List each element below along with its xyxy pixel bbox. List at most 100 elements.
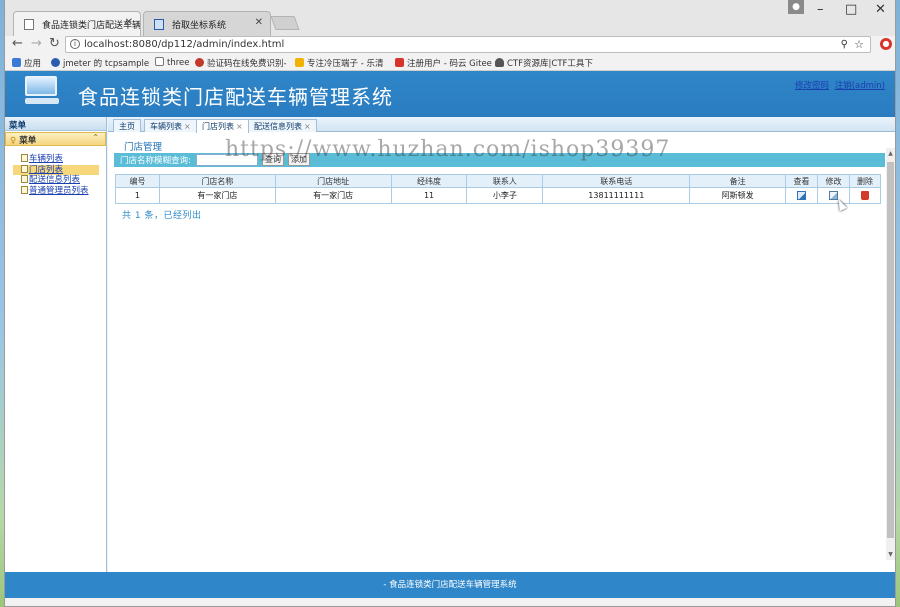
sidebar-list: 车辆列表 门店列表 配送信息列表 普通管理员列表 (5, 146, 106, 196)
close-icon[interactable]: × (304, 122, 311, 131)
menu-group-icon: ♀ (10, 136, 17, 146)
logout-link[interactable]: 注销(admin) (835, 81, 885, 91)
close-icon[interactable]: × (184, 122, 191, 131)
user-icon[interactable]: ● (788, 0, 804, 14)
add-button[interactable]: 添加 (288, 153, 310, 166)
address-toolbar: ← → ↻ i localhost:8080/dp112/admin/index… (5, 36, 895, 54)
top-links: 修改密码 注销(admin) (792, 79, 885, 91)
close-icon[interactable]: ✕ (255, 17, 263, 28)
computer-logo-icon (25, 76, 63, 106)
main-content: 主页 车辆列表 × 门店列表 × 配送信息列表 × 门店管理 门店名称模糊查询: 查询… (108, 117, 895, 572)
shield-icon (51, 58, 60, 67)
content-tabs: 主页 车辆列表 × 门店列表 × 配送信息列表 × (108, 117, 895, 133)
document-icon (21, 154, 28, 162)
column-header: 查看 (785, 174, 819, 188)
gitee-icon (395, 58, 404, 67)
page-icon (155, 57, 164, 66)
column-header: 修改 (817, 174, 850, 188)
zoom-icon[interactable]: ⚲ (841, 37, 848, 52)
person-icon (495, 58, 504, 67)
window-close-button[interactable]: ✕ (875, 2, 886, 17)
tab-home[interactable]: 主页 (113, 119, 141, 132)
browser-tab-coords[interactable]: 拾取坐标系统 ✕ (143, 11, 271, 36)
bookmark-gitee[interactable]: 注册用户 - 码云 Gitee (395, 57, 492, 69)
bookmark-captcha[interactable]: 验证码在线免费识别- (195, 57, 287, 69)
cell-coordinates: 11 (390, 187, 468, 204)
document-icon (21, 175, 28, 183)
bookmark-terminal[interactable]: 专注冷压端子 - 乐清 (295, 57, 383, 69)
store-name-search-input[interactable] (196, 154, 258, 166)
reload-icon[interactable]: ↻ (49, 36, 60, 52)
document-icon (21, 185, 28, 194)
bookmark-jmeter[interactable]: jmeter 的 tcpsample (51, 57, 149, 69)
minimize-button[interactable]: – (817, 2, 824, 17)
column-header: 编号 (115, 174, 160, 188)
eye-icon (195, 58, 204, 67)
bookmark-ctf[interactable]: CTF资源库|CTF工具下 (495, 57, 593, 69)
trash-icon[interactable] (860, 191, 869, 200)
extension-icon[interactable]: ● (880, 38, 892, 50)
close-icon[interactable]: ✕ (125, 17, 133, 28)
sidebar-group[interactable]: ♀ 菜单 ⌃ (5, 132, 106, 146)
tab-stores[interactable]: 门店列表 × (196, 119, 249, 133)
column-header: 门店地址 (274, 174, 392, 188)
column-header: 经纬度 (390, 174, 468, 188)
star-icon[interactable]: ☆ (854, 37, 864, 52)
cell-id: 1 (115, 187, 160, 204)
table-row: 1 有一家门店 有一家门店 11 小李子 13811111111 阿斯顿发 (115, 187, 882, 204)
browser-window: 食品连锁类门店配送车辆 ✕ 拾取坐标系统 ✕ ● – □ ✕ ← → ↻ i l… (4, 0, 896, 607)
scroll-up-icon[interactable]: ▲ (886, 150, 895, 157)
new-tab-button[interactable] (270, 16, 300, 30)
stores-table: 编号 门店名称 门店地址 经纬度 联系人 联系电话 备注 查看 修改 删除 1 … (115, 174, 882, 204)
scrollbar[interactable]: ▲ ▼ (886, 148, 895, 560)
cell-phone: 13811111111 (542, 187, 691, 204)
back-icon[interactable]: ← (12, 36, 23, 52)
sidebar-group-label: 菜单 (19, 136, 37, 146)
app-header: 食品连锁类门店配送车辆管理系统 修改密码 注销(admin) (5, 71, 895, 117)
sidebar-item-deliveries[interactable]: 配送信息列表 (21, 175, 106, 186)
tab-deliveries[interactable]: 配送信息列表 × (248, 119, 317, 132)
record-summary: 共 1 条，已经列出 (122, 211, 202, 221)
document-icon (21, 164, 28, 173)
panel-title: 门店管理 (124, 142, 163, 153)
table-header-row: 编号 门店名称 门店地址 经纬度 联系人 联系电话 备注 查看 修改 删除 (115, 174, 882, 188)
app-title: 食品连锁类门店配送车辆管理系统 (78, 85, 393, 109)
change-password-link[interactable]: 修改密码 (795, 81, 829, 91)
sidebar: 菜单 ♀ 菜单 ⌃ 车辆列表 门店列表 配送信息列表 普通管理员列表 (5, 117, 107, 572)
cell-store-name: 有一家门店 (158, 187, 276, 204)
bookmark-three[interactable]: three (155, 57, 190, 68)
map-icon (154, 19, 164, 30)
close-icon[interactable]: × (236, 122, 243, 131)
scrollbar-thumb[interactable] (887, 162, 894, 538)
cell-view (785, 187, 819, 204)
sidebar-item-stores[interactable]: 门店列表 (13, 164, 99, 175)
cell-contact: 小李子 (466, 187, 544, 204)
hand-icon (295, 58, 304, 67)
cell-remark: 阿斯顿发 (689, 187, 787, 204)
scroll-down-icon[interactable]: ▼ (886, 551, 895, 558)
column-header: 联系人 (466, 174, 544, 188)
search-label: 门店名称模糊查询: (120, 156, 191, 166)
sidebar-item-vehicles[interactable]: 车辆列表 (21, 154, 106, 165)
address-bar[interactable]: i localhost:8080/dp112/admin/index.html … (65, 36, 871, 53)
bookmarks-bar: 应用 jmeter 的 tcpsample three 验证码在线免费识别- 专… (5, 54, 895, 71)
browser-tab-main[interactable]: 食品连锁类门店配送车辆 ✕ (13, 11, 141, 36)
url-text: localhost:8080/dp112/admin/index.html (84, 39, 285, 50)
column-header: 门店名称 (158, 174, 276, 188)
maximize-button[interactable]: □ (845, 2, 857, 17)
footer: - 食品连锁类门店配送车辆管理系统 (5, 572, 895, 598)
bookmark-apps[interactable]: 应用 (12, 57, 41, 69)
tab-vehicles[interactable]: 车辆列表 × (144, 119, 197, 132)
forward-icon[interactable]: → (31, 36, 42, 52)
apps-grid-icon (12, 58, 21, 67)
sidebar-header: 菜单 (5, 117, 106, 131)
search-bar: 门店名称模糊查询: 查询 添加 (114, 153, 885, 167)
info-icon[interactable]: i (70, 39, 80, 49)
search-button[interactable]: 查询 (262, 153, 284, 166)
view-icon[interactable] (797, 191, 807, 200)
column-header: 删除 (848, 174, 882, 188)
chevron-up-icon[interactable]: ⌃ (92, 133, 99, 142)
edit-icon[interactable] (829, 191, 838, 200)
cell-store-address: 有一家门店 (274, 187, 392, 204)
sidebar-item-admins[interactable]: 普通管理员列表 (21, 185, 106, 197)
